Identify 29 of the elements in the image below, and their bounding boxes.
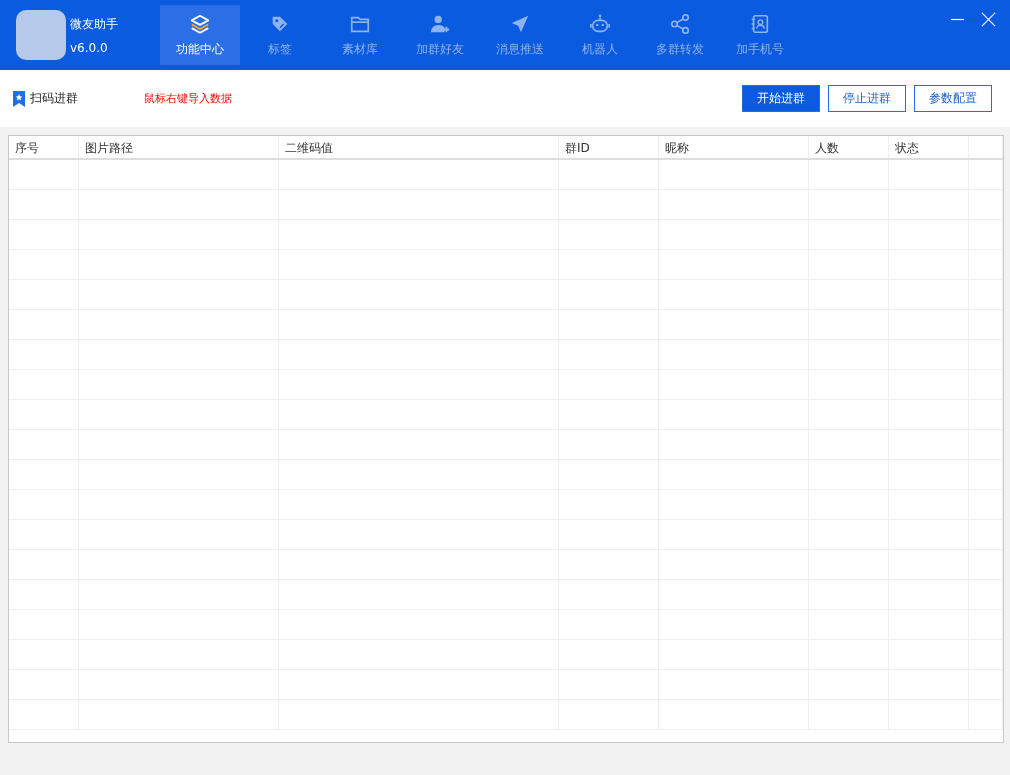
nav-tab[interactable]: 加群好友 bbox=[400, 5, 480, 65]
app-name: 微友助手 bbox=[70, 15, 118, 33]
action-button[interactable]: 停止进群 bbox=[828, 85, 906, 112]
section-title: 扫码进群 bbox=[30, 90, 79, 107]
nav-tab[interactable]: 加手机号 bbox=[720, 5, 800, 65]
app-version: v6.0.0 bbox=[70, 40, 109, 55]
nav-tab[interactable]: 功能中心 bbox=[160, 5, 240, 65]
bookmark-star-icon bbox=[12, 89, 26, 108]
action-button[interactable]: 开始进群 bbox=[742, 85, 820, 112]
nav-tab[interactable]: 机器人 bbox=[560, 5, 640, 65]
column-header: 图片路径 bbox=[79, 136, 279, 158]
share-icon bbox=[669, 12, 691, 35]
nav-tab[interactable]: 多群转发 bbox=[640, 5, 720, 65]
action-button[interactable]: 参数配置 bbox=[914, 85, 992, 112]
column-header: 群ID bbox=[559, 136, 659, 158]
layers-icon bbox=[189, 12, 211, 35]
nav-tab[interactable]: 素材库 bbox=[320, 5, 400, 65]
column-header: 序号 bbox=[9, 136, 79, 158]
contact-book-icon bbox=[749, 12, 771, 35]
column-header: 二维码值 bbox=[279, 136, 559, 158]
app-logo bbox=[16, 10, 66, 60]
robot-icon bbox=[589, 12, 611, 35]
column-header: 状态 bbox=[889, 136, 969, 158]
close-icon[interactable] bbox=[981, 12, 996, 27]
column-header: 昵称 bbox=[659, 136, 809, 158]
column-header: 人数 bbox=[809, 136, 889, 158]
hint-text: 鼠标右键导入数据 bbox=[144, 91, 232, 106]
nav-tab[interactable]: 消息推送 bbox=[480, 5, 560, 65]
nav-tab[interactable]: 标签 bbox=[240, 5, 320, 65]
